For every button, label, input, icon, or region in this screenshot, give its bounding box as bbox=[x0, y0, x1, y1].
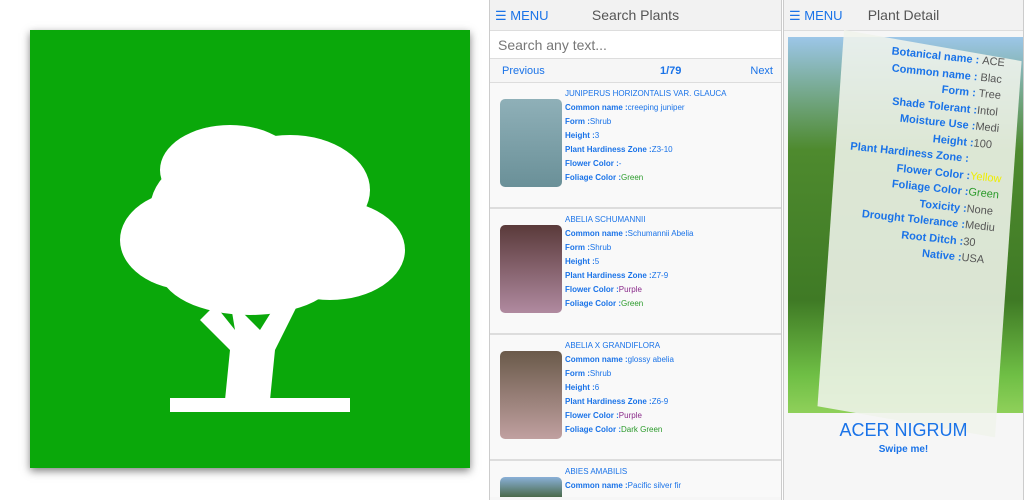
tree-icon bbox=[120, 125, 405, 412]
list-item[interactable]: ABIES AMABILIS Common name :Pacific silve… bbox=[490, 461, 781, 497]
field-zone: Plant Hardiness Zone :Z6-9 bbox=[565, 397, 669, 406]
plant-name: ABIES AMABILIS bbox=[565, 467, 628, 476]
next-button[interactable]: Next bbox=[750, 65, 773, 77]
field-common: Common name :creeping juniper bbox=[565, 103, 685, 112]
field-form: Form :Shrub bbox=[565, 243, 612, 252]
field-foliage: Foliage Color :Dark Green bbox=[565, 425, 663, 434]
plant-thumbnail bbox=[500, 225, 562, 313]
plant-info: JUNIPERUS HORIZONTALIS VAR. GLAUCA Common… bbox=[565, 89, 775, 187]
search-input[interactable]: Search any text... bbox=[490, 31, 781, 59]
field-flower: Flower Color :- bbox=[565, 159, 622, 168]
plant-info: ABIES AMABILIS Common name :Pacific silve… bbox=[565, 467, 775, 495]
list-item[interactable]: JUNIPERUS HORIZONTALIS VAR. GLAUCA Common… bbox=[490, 83, 781, 209]
plant-thumbnail bbox=[500, 351, 562, 439]
list-item[interactable]: ABELIA SCHUMANNII Common name :Schumannii… bbox=[490, 209, 781, 335]
field-height: Height :5 bbox=[565, 257, 600, 266]
app-logo bbox=[30, 30, 470, 468]
plant-list[interactable]: JUNIPERUS HORIZONTALIS VAR. GLAUCA Common… bbox=[490, 83, 781, 497]
field-form: Form :Shrub bbox=[565, 117, 612, 126]
plant-name: ABELIA SCHUMANNII bbox=[565, 215, 646, 224]
previous-button[interactable]: Previous bbox=[502, 65, 545, 77]
plant-detail-screen: ☰ MENU Plant Detail Botanical name : ACE… bbox=[783, 0, 1024, 500]
detail-rows: Botanical name : ACE Common name : Blac Fo… bbox=[762, 34, 1023, 272]
page-title: Search Plants bbox=[591, 7, 680, 23]
field-zone: Plant Hardiness Zone :Z7-9 bbox=[565, 271, 669, 280]
field-foliage: Foliage Color :Green bbox=[565, 299, 644, 308]
header: ☰ MENU Plant Detail bbox=[784, 0, 1023, 31]
plant-info: ABELIA SCHUMANNII Common name :Schumannii… bbox=[565, 215, 775, 313]
plant-name: ABELIA X GRANDIFLORA bbox=[565, 341, 661, 350]
field-height: Height :3 bbox=[565, 131, 600, 140]
field-form: Form :Shrub bbox=[565, 369, 612, 378]
page-indicator: 1/79 bbox=[660, 65, 682, 77]
field-flower: Flower Color :Purple bbox=[565, 411, 642, 420]
plant-thumbnail bbox=[500, 99, 562, 187]
plant-thumbnail bbox=[500, 477, 562, 497]
field-zone: Plant Hardiness Zone :Z3-10 bbox=[565, 145, 673, 154]
field-foliage: Foliage Color :Green bbox=[565, 173, 644, 182]
field-flower: Flower Color :Purple bbox=[565, 285, 642, 294]
pager: Previous 1/79 Next bbox=[490, 59, 781, 83]
plant-name: JUNIPERUS HORIZONTALIS VAR. GLAUCA bbox=[565, 89, 727, 98]
field-height: Height :6 bbox=[565, 383, 600, 392]
plant-name: ACER NIGRUM bbox=[839, 420, 968, 440]
header: ☰ MENU Search Plants bbox=[490, 0, 781, 31]
list-item[interactable]: ABELIA X GRANDIFLORA Common name :glossy … bbox=[490, 335, 781, 461]
page-title: Plant Detail bbox=[867, 7, 940, 23]
field-common: Common name :Schumannii Abelia bbox=[565, 229, 694, 238]
swipe-hint[interactable]: Swipe me! bbox=[784, 444, 1023, 455]
field-common: Common name :Pacific silver fir bbox=[565, 481, 682, 490]
field-common: Common name :glossy abelia bbox=[565, 355, 674, 364]
plant-info: ABELIA X GRANDIFLORA Common name :glossy … bbox=[565, 341, 775, 439]
search-plants-screen: ☰ MENU Search Plants Search any text... … bbox=[489, 0, 782, 500]
